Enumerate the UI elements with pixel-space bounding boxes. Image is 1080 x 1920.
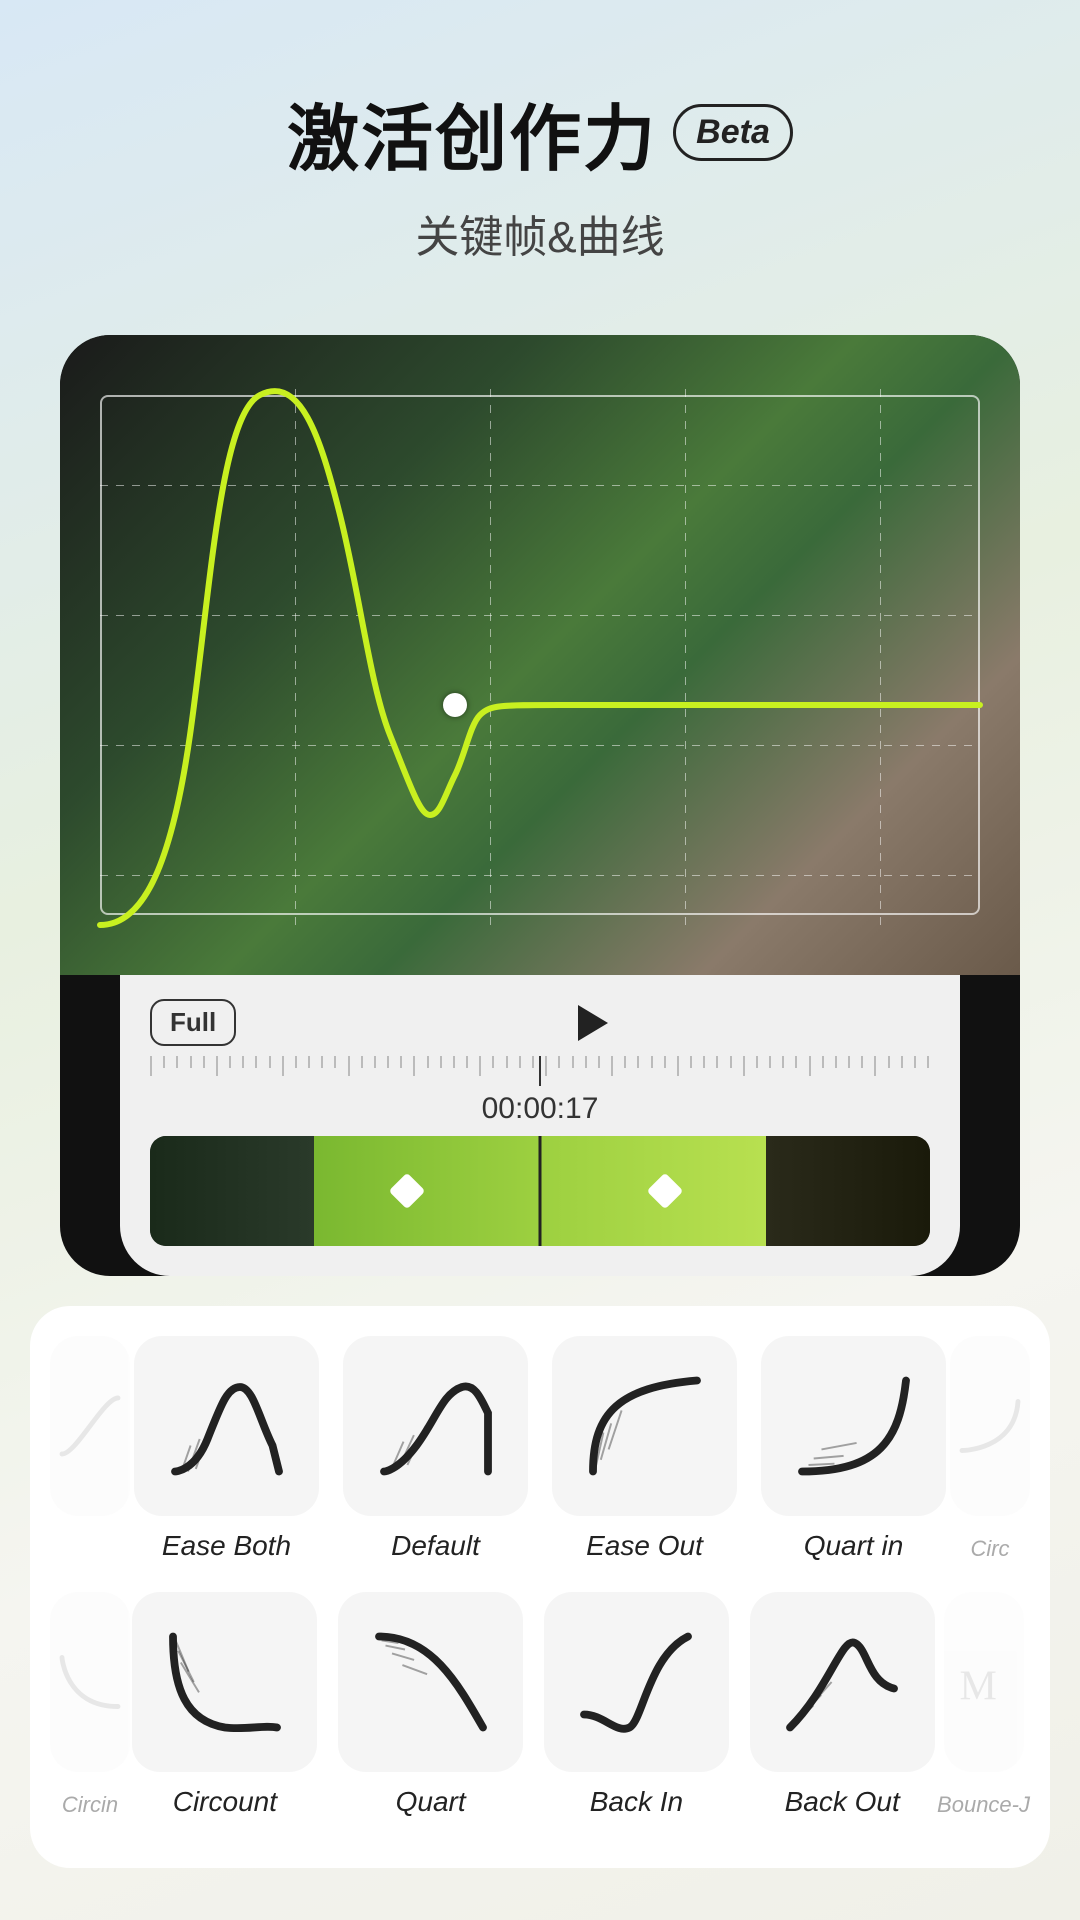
quart-in-label: Quart in bbox=[804, 1530, 904, 1562]
video-preview bbox=[60, 335, 1020, 975]
ghost-icon-right-r2: M bbox=[944, 1592, 1024, 1772]
circ-in-icon bbox=[55, 1647, 125, 1717]
full-badge[interactable]: Full bbox=[150, 999, 236, 1046]
ghost-label-right-r2: Bounce-J bbox=[937, 1792, 1030, 1818]
circount-curve bbox=[160, 1617, 290, 1747]
back-in-label: Back In bbox=[590, 1786, 683, 1818]
preset-back-out-icon bbox=[750, 1592, 935, 1772]
back-out-curve bbox=[777, 1617, 907, 1747]
bounce-icon: M bbox=[949, 1647, 1019, 1717]
preset-ease-both[interactable]: Ease Both bbox=[130, 1336, 323, 1562]
row-divider bbox=[50, 1582, 1030, 1592]
timecode: 00:00:17 bbox=[150, 1092, 930, 1126]
quart-label: Quart bbox=[396, 1786, 466, 1818]
ease-out-curve bbox=[580, 1361, 710, 1491]
preset-ease-out-icon bbox=[552, 1336, 737, 1516]
filmstrip-segment-dark1 bbox=[150, 1136, 314, 1246]
ghost-icon-right-r1 bbox=[950, 1336, 1030, 1516]
back-out-label: Back Out bbox=[785, 1786, 900, 1818]
svg-text:M: M bbox=[959, 1664, 996, 1710]
header-title-row: 激活创作力 Beta bbox=[0, 80, 1080, 185]
ease-both-curve bbox=[162, 1361, 292, 1491]
presets-area: Ease Both Default bbox=[30, 1306, 1050, 1868]
preset-quart[interactable]: Quart bbox=[336, 1592, 526, 1818]
presets-row-1: Ease Both Default bbox=[50, 1336, 1030, 1562]
curve-svg bbox=[60, 335, 1020, 975]
ghost-icon-left-r2 bbox=[50, 1592, 130, 1772]
presets-panel: Ease Both Default bbox=[30, 1306, 1050, 1868]
beta-badge: Beta bbox=[673, 104, 793, 161]
curve-control-point[interactable] bbox=[443, 693, 467, 717]
transport-bar: Full bbox=[150, 999, 930, 1046]
video-container: Full 00:00:17 bbox=[60, 335, 1020, 1276]
ghost-label-left-r2: Circin bbox=[62, 1792, 118, 1818]
video-background bbox=[60, 335, 1020, 975]
default-label: Default bbox=[391, 1530, 480, 1562]
presets-row-2: Circin Circount bbox=[50, 1592, 1030, 1818]
preset-back-in-icon bbox=[544, 1592, 729, 1772]
preset-back-out[interactable]: Back Out bbox=[747, 1592, 937, 1818]
preset-default-icon bbox=[343, 1336, 528, 1516]
preset-default[interactable]: Default bbox=[339, 1336, 532, 1562]
ghost-label-right-r1: Circ bbox=[970, 1536, 1009, 1562]
preset-quart-in-icon bbox=[761, 1336, 946, 1516]
quart-curve bbox=[366, 1617, 496, 1747]
ease-out-label: Ease Out bbox=[586, 1530, 703, 1562]
preset-quart-icon bbox=[338, 1592, 523, 1772]
app-title: 激活创作力 bbox=[287, 80, 657, 185]
circount-label: Circount bbox=[173, 1786, 277, 1818]
header-subtitle: 关键帧&曲线 bbox=[0, 201, 1080, 265]
header: 激活创作力 Beta 关键帧&曲线 bbox=[0, 0, 1080, 295]
preset-circount[interactable]: Circount bbox=[130, 1592, 320, 1818]
timeline-ruler[interactable] bbox=[150, 1056, 930, 1086]
controls-area: Full 00:00:17 bbox=[120, 975, 960, 1276]
preset-circount-icon bbox=[132, 1592, 317, 1772]
side-preset-right-r1[interactable]: Circ bbox=[950, 1336, 1030, 1562]
side-preset-right-r2[interactable]: M Bounce-J bbox=[937, 1592, 1030, 1818]
filmstrip-segment-dark2 bbox=[766, 1136, 930, 1246]
back-in-curve bbox=[571, 1617, 701, 1747]
presets-inner-grid-r1: Ease Both Default bbox=[130, 1336, 950, 1562]
circ-icon bbox=[955, 1391, 1025, 1461]
quart-in-curve bbox=[789, 1361, 919, 1491]
filmstrip-playhead bbox=[539, 1136, 542, 1246]
playhead[interactable] bbox=[539, 1056, 541, 1086]
preset-ease-both-icon bbox=[134, 1336, 319, 1516]
linear-icon bbox=[55, 1391, 125, 1461]
side-preset-left-r1[interactable] bbox=[50, 1336, 130, 1536]
ease-both-label: Ease Both bbox=[162, 1530, 291, 1562]
preset-quart-in[interactable]: Quart in bbox=[757, 1336, 950, 1562]
preset-back-in[interactable]: Back In bbox=[542, 1592, 732, 1818]
default-curve bbox=[371, 1361, 501, 1491]
presets-inner-grid-r2: Circount Quart bbox=[130, 1592, 937, 1818]
preset-ease-out[interactable]: Ease Out bbox=[548, 1336, 741, 1562]
side-preset-left-r2[interactable]: Circin bbox=[50, 1592, 130, 1818]
filmstrip[interactable] bbox=[150, 1136, 930, 1246]
play-button[interactable] bbox=[578, 1005, 608, 1041]
ghost-icon-left-r1 bbox=[50, 1336, 130, 1516]
